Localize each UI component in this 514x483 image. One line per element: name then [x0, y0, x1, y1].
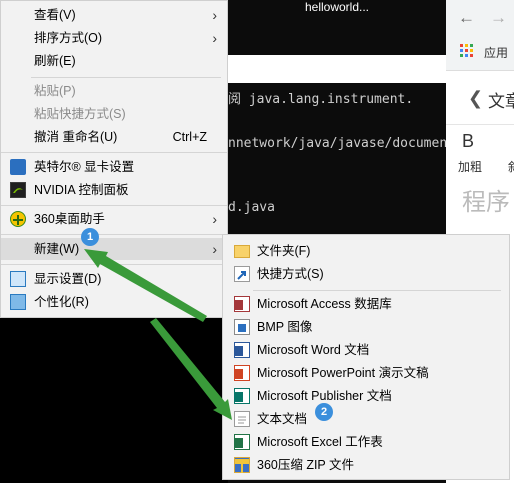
- submenu-item-text-document[interactable]: 文本文档: [223, 408, 509, 430]
- submenu-item-bmp[interactable]: BMP 图像: [223, 316, 509, 338]
- bold-icon[interactable]: B: [462, 131, 474, 152]
- intel-graphics-icon: [10, 159, 26, 175]
- console-title: helloworld...: [304, 0, 370, 14]
- chevron-right-icon: ›: [212, 241, 217, 257]
- text-document-icon: [234, 411, 250, 427]
- menu-separator: [1, 264, 227, 265]
- chevron-right-icon: ›: [212, 30, 217, 46]
- step-badge-1: 1: [81, 228, 99, 246]
- submenu-item-access[interactable]: Microsoft Access 数据库: [223, 293, 509, 315]
- chevron-right-icon: ›: [212, 211, 217, 227]
- powerpoint-icon: [234, 365, 250, 381]
- italic-label-partial: 斜: [508, 158, 514, 175]
- back-arrow-icon[interactable]: ←: [458, 8, 475, 28]
- personalize-icon: [10, 294, 26, 310]
- submenu-item-shortcut[interactable]: 快捷方式(S): [223, 263, 509, 285]
- publisher-icon: [234, 388, 250, 404]
- console-selection-bar: [228, 55, 446, 83]
- submenu-item-zip[interactable]: 360压缩 ZIP 文件: [223, 454, 509, 476]
- menu-item-view[interactable]: 查看(V) ›: [1, 4, 227, 26]
- menu-item-paste-shortcut[interactable]: 粘贴快捷方式(S): [1, 103, 227, 125]
- menu-separator: [31, 77, 221, 78]
- menu-item-personalize[interactable]: 个性化(R): [1, 291, 227, 313]
- zip-archive-icon: [234, 457, 250, 473]
- menu-item-new[interactable]: 新建(W) ›: [1, 238, 227, 260]
- page-divider: [446, 124, 514, 125]
- submenu-item-publisher[interactable]: Microsoft Publisher 文档: [223, 385, 509, 407]
- desktop-context-menu: 查看(V) › 排序方式(O) › 刷新(E) 粘贴(P) 粘贴快捷方式(S) …: [0, 0, 228, 318]
- display-monitor-icon: [10, 271, 26, 287]
- menu-item-intel-graphics[interactable]: 英特尔® 显卡设置: [1, 156, 227, 178]
- submenu-item-powerpoint[interactable]: Microsoft PowerPoint 演示文稿: [223, 362, 509, 384]
- prev-article-label[interactable]: 文章: [488, 87, 514, 112]
- word-document-icon: [234, 342, 250, 358]
- menu-item-display-settings[interactable]: 显示设置(D): [1, 268, 227, 290]
- console-line: 阅 java.lang.instrument.: [228, 92, 414, 107]
- article-title-placeholder[interactable]: 程序: [462, 182, 510, 217]
- menu-item-refresh[interactable]: 刷新(E): [1, 50, 227, 72]
- access-database-icon: [234, 296, 250, 312]
- excel-worksheet-icon: [234, 434, 250, 450]
- new-submenu: 文件夹(F) 快捷方式(S) Microsoft Access 数据库 BMP …: [222, 234, 510, 480]
- console-line: nnetwork/java/javase/documen: [228, 136, 446, 151]
- submenu-item-excel[interactable]: Microsoft Excel 工作表: [223, 431, 509, 453]
- menu-item-sort[interactable]: 排序方式(O) ›: [1, 27, 227, 49]
- forward-arrow-icon[interactable]: →: [490, 8, 507, 28]
- chevron-right-icon: ›: [212, 7, 217, 23]
- undo-shortcut: Ctrl+Z: [172, 130, 207, 144]
- step-badge-2: 2: [315, 403, 333, 421]
- submenu-separator: [253, 290, 501, 291]
- folder-icon: [234, 245, 250, 258]
- menu-separator: [1, 205, 227, 206]
- bmp-image-icon: [234, 319, 250, 335]
- desktop-helper-plus-icon: [10, 211, 26, 227]
- menu-item-undo-rename[interactable]: 撤消 重命名(U) Ctrl+Z: [1, 126, 227, 148]
- apps-grid-icon[interactable]: [460, 44, 474, 58]
- menu-separator: [1, 152, 227, 153]
- submenu-item-word[interactable]: Microsoft Word 文档: [223, 339, 509, 361]
- console-line: d.java: [228, 200, 275, 215]
- chevron-left-icon[interactable]: ❮: [468, 88, 483, 109]
- submenu-item-folder[interactable]: 文件夹(F): [223, 240, 509, 262]
- bold-label: 加粗: [458, 160, 483, 174]
- arrow-to-text-document: [150, 318, 232, 420]
- apps-label[interactable]: 应用: [484, 44, 508, 61]
- menu-item-nvidia-panel[interactable]: NVIDIA 控制面板: [1, 179, 227, 201]
- nvidia-icon: [10, 182, 26, 198]
- menu-item-paste[interactable]: 粘贴(P): [1, 80, 227, 102]
- menu-item-360-desktop-helper[interactable]: 360桌面助手 ›: [1, 208, 227, 230]
- shortcut-arrow-icon: [234, 266, 250, 282]
- menu-separator: [1, 234, 227, 235]
